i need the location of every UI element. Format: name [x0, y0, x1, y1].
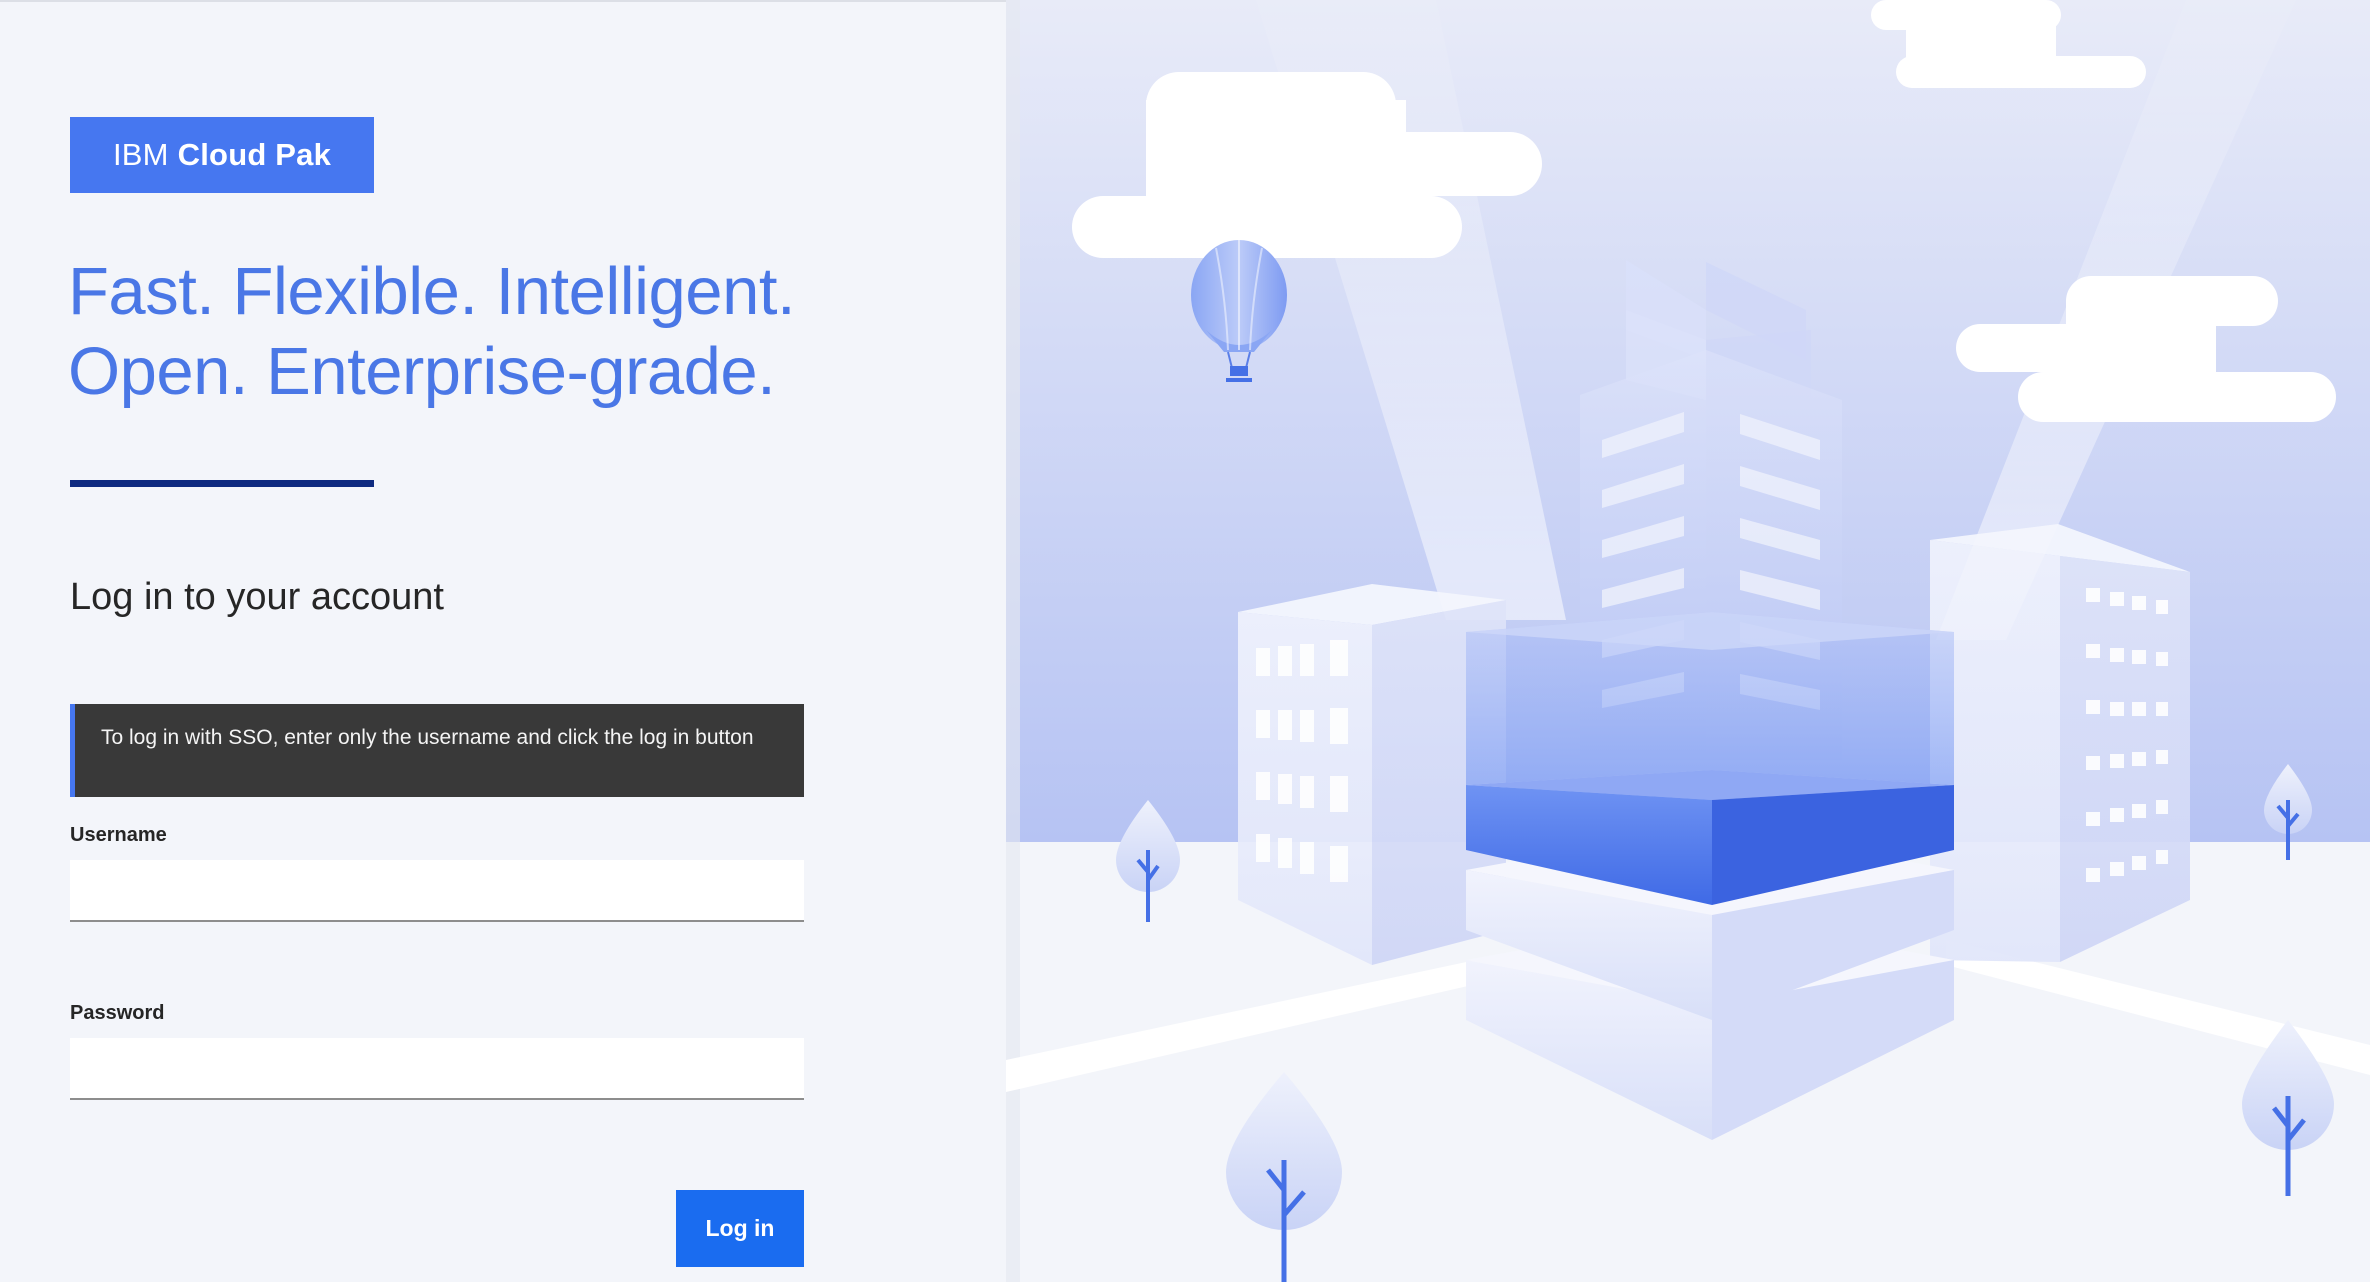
building-icon	[1238, 584, 1506, 965]
tagline-line-1: Fast. Flexible. Intelligent.	[68, 254, 796, 329]
password-label: Password	[70, 1002, 165, 1024]
password-input[interactable]	[70, 1038, 804, 1100]
login-panel: IBM Cloud Pak Fast. Flexible. Intelligen…	[0, 0, 1006, 1282]
login-button[interactable]: Log in	[676, 1190, 804, 1267]
brand-logo: IBM Cloud Pak	[70, 117, 374, 193]
tagline-line-2: Open. Enterprise-grade.	[68, 334, 776, 409]
brand-logo-bold: Cloud Pak	[177, 137, 332, 172]
illustration	[1006, 0, 2370, 1282]
city-illustration	[1006, 0, 2370, 1282]
sso-notice: To log in with SSO, enter only the usern…	[70, 704, 804, 797]
username-label: Username	[70, 824, 167, 846]
login-heading: Log in to your account	[70, 576, 444, 618]
tagline: Fast. Flexible. Intelligent. Open. Enter…	[68, 252, 968, 412]
login-page: IBM Cloud Pak Fast. Flexible. Intelligen…	[0, 0, 2370, 1282]
divider	[70, 480, 374, 487]
username-input[interactable]	[70, 860, 804, 922]
building-icon	[1930, 524, 2190, 962]
brand-logo-light: IBM	[112, 137, 169, 172]
